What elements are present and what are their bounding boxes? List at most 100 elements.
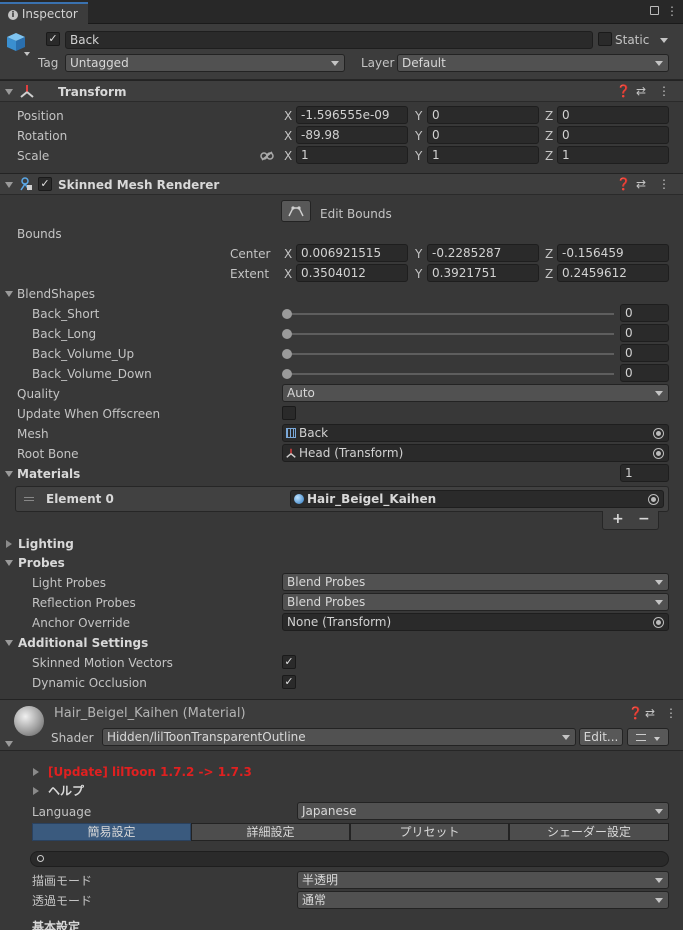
presets-icon[interactable]: ⇄ — [636, 177, 646, 191]
shader-options-button[interactable] — [627, 728, 669, 746]
render-mode-dropdown[interactable]: 半透明 — [297, 871, 669, 889]
object-picker-icon[interactable] — [648, 494, 659, 505]
lighting-foldout-icon[interactable] — [6, 540, 12, 548]
probes-label[interactable]: Probes — [18, 555, 65, 571]
blendshape-slider-handle[interactable] — [282, 369, 292, 379]
add-element-button[interactable]: + — [612, 511, 624, 528]
object-name-field[interactable]: Back — [65, 31, 593, 49]
presets-icon[interactable]: ⇄ — [636, 84, 646, 98]
object-active-checkbox[interactable]: ✓ — [46, 32, 60, 46]
quality-dropdown[interactable]: Auto — [282, 384, 669, 402]
scale-y-field[interactable]: 1 — [427, 146, 539, 164]
edit-bounds-button[interactable] — [281, 200, 311, 222]
blendshape-value-field[interactable]: 0 — [620, 344, 669, 362]
skinned-mesh-enabled-checkbox[interactable]: ✓ — [38, 177, 52, 191]
foldout-icon[interactable] — [5, 182, 13, 188]
position-z-field[interactable]: 0 — [557, 106, 669, 124]
center-z-field[interactable]: -0.156459 — [557, 244, 669, 262]
update-notice[interactable]: [Update] lilToon 1.7.2 -> 1.7.3 — [48, 764, 252, 780]
static-dropdown-icon[interactable] — [660, 38, 668, 43]
mesh-field[interactable]: Back — [282, 424, 669, 442]
more-icon[interactable]: ⋮ — [658, 84, 670, 98]
reflection-probes-dropdown[interactable]: Blend Probes — [282, 593, 669, 611]
additional-settings-foldout-icon[interactable] — [5, 640, 13, 646]
shader-dropdown[interactable]: Hidden/lilToonTransparentOutline — [102, 728, 576, 746]
lighting-label[interactable]: Lighting — [18, 536, 74, 552]
more-icon[interactable]: ⋮ — [665, 706, 677, 720]
tab-simple-settings[interactable]: 簡易設定 — [32, 823, 191, 841]
probes-foldout-icon[interactable] — [5, 560, 13, 566]
help-foldout-icon[interactable] — [33, 787, 39, 795]
dynamic-occlusion-checkbox[interactable]: ✓ — [282, 675, 296, 689]
blendshape-slider-handle[interactable] — [282, 349, 292, 359]
language-dropdown[interactable]: Japanese — [297, 802, 669, 820]
extent-x-field[interactable]: 0.3504012 — [296, 264, 408, 282]
drag-handle-icon[interactable] — [24, 497, 34, 501]
element-0-field[interactable]: Hair_Beigel_Kaihen — [290, 490, 664, 508]
presets-icon[interactable]: ⇄ — [645, 706, 655, 720]
foldout-icon[interactable] — [5, 89, 13, 95]
materials-label[interactable]: Materials — [17, 466, 80, 482]
transform-header[interactable]: Transform ❓ ⇄ ⋮ — [0, 80, 683, 102]
basic-settings-label[interactable]: 基本設定 — [32, 919, 80, 930]
materials-count-field[interactable]: 1 — [620, 464, 669, 482]
rotation-y-field[interactable]: 0 — [427, 126, 539, 144]
position-x-field[interactable]: -1.596555e-09 — [296, 106, 408, 124]
materials-foldout-icon[interactable] — [5, 471, 13, 477]
motion-vectors-checkbox[interactable]: ✓ — [282, 655, 296, 669]
blendshape-slider-track[interactable] — [287, 353, 614, 355]
root-bone-field[interactable]: Head (Transform) — [282, 444, 669, 462]
additional-settings-label[interactable]: Additional Settings — [18, 635, 148, 651]
blendshape-slider-track[interactable] — [287, 333, 614, 335]
extent-z-field[interactable]: 0.2459612 — [557, 264, 669, 282]
help-icon[interactable]: ❓ — [616, 84, 631, 98]
transparent-mode-dropdown[interactable]: 通常 — [297, 891, 669, 909]
rotation-x-field[interactable]: -89.98 — [296, 126, 408, 144]
constrain-proportions-icon[interactable] — [260, 150, 274, 161]
object-picker-icon[interactable] — [653, 617, 664, 628]
extent-y-field[interactable]: 0.3921751 — [427, 264, 539, 282]
scale-x-field[interactable]: 1 — [296, 146, 408, 164]
blendshapes-foldout-icon[interactable] — [5, 291, 13, 297]
cube-dropdown-icon[interactable] — [24, 52, 30, 56]
blendshape-value-field[interactable]: 0 — [620, 324, 669, 342]
center-x-field[interactable]: 0.006921515 — [296, 244, 408, 262]
tag-dropdown[interactable]: Untagged — [65, 54, 345, 72]
blendshapes-label[interactable]: BlendShapes — [17, 286, 95, 302]
scale-z-field[interactable]: 1 — [557, 146, 669, 164]
rotation-z-field[interactable]: 0 — [557, 126, 669, 144]
blendshape-value-field[interactable]: 0 — [620, 304, 669, 322]
layer-dropdown[interactable]: Default — [397, 54, 669, 72]
blendshape-slider-track[interactable] — [287, 373, 614, 375]
lock-icon[interactable] — [650, 6, 659, 15]
search-input[interactable] — [30, 851, 669, 867]
update-foldout-icon[interactable] — [33, 768, 39, 776]
axis-z-label: Z — [545, 247, 554, 261]
help-icon[interactable]: ❓ — [628, 706, 643, 720]
more-icon[interactable]: ⋮ — [658, 177, 670, 191]
update-offscreen-checkbox[interactable] — [282, 406, 296, 420]
light-probes-dropdown[interactable]: Blend Probes — [282, 573, 669, 591]
blendshape-slider-track[interactable] — [287, 313, 614, 315]
edit-shader-button[interactable]: Edit... — [579, 728, 623, 746]
blendshape-slider-handle[interactable] — [282, 329, 292, 339]
center-y-field[interactable]: -0.2285287 — [427, 244, 539, 262]
skinned-mesh-renderer-header[interactable]: ✓ Skinned Mesh Renderer ❓ ⇄ ⋮ — [0, 173, 683, 195]
object-picker-icon[interactable] — [653, 448, 664, 459]
tab-presets[interactable]: プリセット — [350, 823, 509, 841]
tab-shader-settings[interactable]: シェーダー設定 — [509, 823, 669, 841]
blendshape-slider-handle[interactable] — [282, 309, 292, 319]
remove-element-button[interactable]: − — [638, 511, 650, 528]
static-checkbox[interactable] — [598, 32, 612, 46]
material-foldout-icon[interactable] — [5, 741, 13, 747]
anchor-override-field[interactable]: None (Transform) — [282, 613, 669, 631]
position-y-field[interactable]: 0 — [427, 106, 539, 124]
object-picker-icon[interactable] — [653, 428, 664, 439]
help-label[interactable]: ヘルプ — [48, 783, 84, 799]
more-icon[interactable]: ⋮ — [666, 4, 678, 18]
tab-advanced-settings[interactable]: 詳細設定 — [191, 823, 350, 841]
blendshape-label: Back_Volume_Down — [32, 367, 152, 381]
blendshape-value-field[interactable]: 0 — [620, 364, 669, 382]
help-icon[interactable]: ❓ — [616, 177, 631, 191]
inspector-tab[interactable]: i Inspector — [0, 2, 88, 24]
